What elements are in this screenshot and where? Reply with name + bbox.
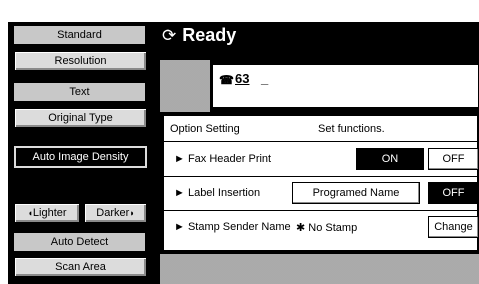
option-row-fax-header: ► Fax Header Print ON OFF [164,143,479,177]
text-label: Text [14,83,145,101]
status-text: Ready [182,25,237,45]
standard-label: Standard [14,26,145,44]
row-label: ► Stamp Sender Name [174,221,291,233]
status-bar: ⟳ Ready [160,22,479,54]
stamp-value: ✱ No Stamp [296,222,358,234]
option-setting-header: Option Setting Set functions. [164,116,477,142]
fax-header-on-button[interactable]: ON [356,148,424,170]
option-setting-panel: Option Setting Set functions. ► Fax Head… [162,114,479,252]
row-label: ► Fax Header Print [174,153,272,165]
option-setting-title: Option Setting [170,123,240,135]
darker-label: Darker [96,207,130,219]
label-insertion-programed-name-button[interactable]: Programed Name [292,182,420,204]
fax-header-off-button[interactable]: OFF [428,148,479,170]
line-number: 63 [235,71,250,86]
stamp-change-button[interactable]: Change [428,216,479,238]
right-arrow-icon: ◗ [129,208,135,218]
original-type-button[interactable]: Original Type [14,108,147,128]
darker-button[interactable]: Darker◗ [84,203,147,223]
destination-field[interactable]: ☎ 63 _ [212,64,479,108]
option-setting-instruction: Set functions. [318,123,385,135]
option-row-stamp-sender: ► Stamp Sender Name ✱ No Stamp Change [164,211,479,245]
auto-detect-label: Auto Detect [14,233,145,251]
asterisk-icon: ✱ [296,222,306,234]
label-insertion-off-button[interactable]: OFF [428,182,479,204]
resolution-button[interactable]: Resolution [14,51,147,71]
lighter-label: Lighter [32,207,67,219]
spinner-icon: ⟳ [162,26,177,45]
dotted-area-bottom [160,254,479,284]
row-label: ► Label Insertion [174,187,261,199]
input-cursor: _ [261,71,269,86]
scan-area-button[interactable]: Scan Area [14,257,147,277]
dotted-area-left [160,60,210,112]
phone-icon: ☎ [219,73,234,87]
auto-image-density-button[interactable]: Auto Image Density [14,146,147,168]
option-row-label-insertion: ► Label Insertion Programed Name OFF [164,177,479,211]
lighter-button[interactable]: ◖Lighter [14,203,80,223]
